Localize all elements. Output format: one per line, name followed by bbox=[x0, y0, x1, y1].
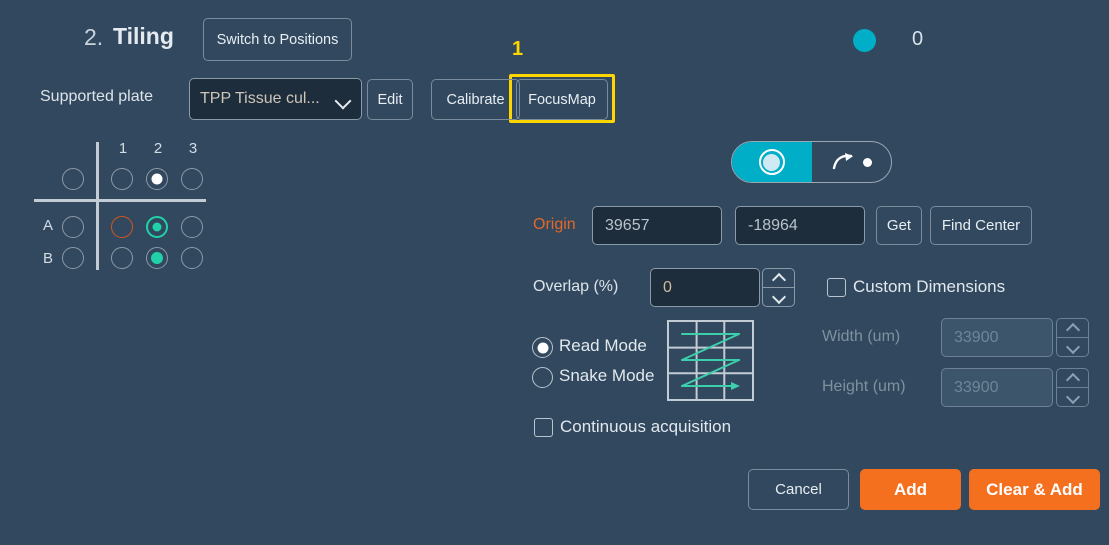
grid-row-header-a: A bbox=[40, 217, 56, 234]
grid-column-header-2: 2 bbox=[148, 140, 168, 157]
supported-plate-label: Supported plate bbox=[40, 88, 153, 106]
custom-dimensions-checkbox[interactable] bbox=[827, 278, 846, 297]
well-fill-dot bbox=[151, 252, 163, 264]
plate-dropdown-value: TPP Tissue cul... bbox=[200, 90, 332, 108]
point-dot-icon bbox=[863, 158, 872, 167]
scan-pattern-diagram bbox=[667, 320, 754, 401]
supported-plate-row: Supported plate TPP Tissue cul... Edit C… bbox=[0, 78, 1109, 123]
chevron-down-icon bbox=[1067, 344, 1079, 351]
plate-dropdown[interactable]: TPP Tissue cul... bbox=[189, 78, 362, 120]
well-r0-c0[interactable] bbox=[62, 168, 84, 190]
chevron-down-icon bbox=[773, 294, 785, 301]
grid-column-header-1: 1 bbox=[113, 140, 133, 157]
find-center-button[interactable]: Find Center bbox=[930, 206, 1032, 245]
height-increment-button bbox=[1057, 369, 1088, 387]
add-button[interactable]: Add bbox=[860, 469, 961, 510]
well-b2[interactable] bbox=[146, 247, 168, 269]
grid-row-header-b: B bbox=[40, 250, 56, 267]
chevron-up-icon bbox=[1067, 325, 1079, 332]
chevron-up-icon bbox=[1067, 375, 1079, 382]
width-input bbox=[941, 318, 1053, 357]
well-b0[interactable] bbox=[62, 247, 84, 269]
snake-mode-radio[interactable] bbox=[532, 367, 553, 388]
grid-column-header-3: 3 bbox=[183, 140, 203, 157]
continuous-acquisition-label: Continuous acquisition bbox=[560, 417, 731, 437]
height-input bbox=[941, 368, 1053, 407]
switch-to-positions-button[interactable]: Switch to Positions bbox=[203, 18, 352, 61]
origin-y-input[interactable] bbox=[735, 206, 865, 245]
navigation-mode-toggle bbox=[731, 141, 892, 183]
chevron-up-icon bbox=[773, 275, 785, 282]
well-b3[interactable] bbox=[181, 247, 203, 269]
edit-plate-button[interactable]: Edit bbox=[367, 79, 413, 120]
well-a0[interactable] bbox=[62, 216, 84, 238]
toggle-segment-move[interactable] bbox=[812, 142, 892, 182]
toggle-segment-target[interactable] bbox=[732, 142, 812, 182]
well-r0-c3[interactable] bbox=[181, 168, 203, 190]
read-mode-label: Read Mode bbox=[559, 336, 647, 356]
overlap-spinner bbox=[762, 268, 795, 307]
origin-x-input[interactable] bbox=[592, 206, 722, 245]
target-icon bbox=[759, 149, 785, 175]
height-label: Height (um) bbox=[822, 378, 906, 396]
well-a3[interactable] bbox=[181, 216, 203, 238]
well-b1[interactable] bbox=[111, 247, 133, 269]
well-a1[interactable] bbox=[111, 216, 133, 238]
width-decrement-button bbox=[1057, 337, 1088, 356]
chevron-down-icon bbox=[1067, 394, 1079, 401]
focusmap-button[interactable]: FocusMap bbox=[516, 79, 608, 120]
clear-and-add-button[interactable]: Clear & Add bbox=[969, 469, 1100, 510]
grid-axis-horizontal bbox=[34, 199, 206, 202]
continuous-acquisition-checkbox[interactable] bbox=[534, 418, 553, 437]
well-fill-dot bbox=[152, 174, 163, 185]
width-increment-button bbox=[1057, 319, 1088, 337]
move-to-point-icon bbox=[831, 152, 857, 172]
well-a2[interactable] bbox=[146, 216, 168, 238]
page-title: Tiling bbox=[113, 23, 174, 50]
snake-mode-label: Snake Mode bbox=[559, 366, 654, 386]
dialog-header: 2. Tiling Switch to Positions 0 bbox=[0, 0, 1109, 72]
height-decrement-button bbox=[1057, 387, 1088, 406]
origin-label: Origin bbox=[533, 216, 576, 234]
well-r0-c2[interactable] bbox=[146, 168, 168, 190]
step-number: 2. bbox=[84, 24, 103, 51]
overlap-input[interactable] bbox=[650, 268, 760, 307]
width-label: Width (um) bbox=[822, 328, 900, 346]
status-count: 0 bbox=[912, 28, 923, 51]
status-indicator-dot bbox=[853, 29, 876, 52]
calibrate-button[interactable]: Calibrate bbox=[431, 79, 520, 120]
read-mode-radio[interactable] bbox=[532, 337, 553, 358]
chevron-down-icon bbox=[336, 95, 351, 104]
annotation-marker-1: 1 bbox=[512, 38, 523, 61]
get-origin-button[interactable]: Get bbox=[876, 206, 922, 245]
height-spinner bbox=[1056, 368, 1089, 407]
overlap-decrement-button[interactable] bbox=[763, 287, 794, 306]
well-fill-dot bbox=[153, 223, 162, 232]
grid-axis-vertical bbox=[96, 142, 99, 270]
cancel-button[interactable]: Cancel bbox=[748, 469, 849, 510]
well-r0-c1[interactable] bbox=[111, 168, 133, 190]
custom-dimensions-label: Custom Dimensions bbox=[853, 277, 1005, 297]
overlap-increment-button[interactable] bbox=[763, 269, 794, 287]
width-spinner bbox=[1056, 318, 1089, 357]
overlap-label: Overlap (%) bbox=[533, 278, 618, 296]
